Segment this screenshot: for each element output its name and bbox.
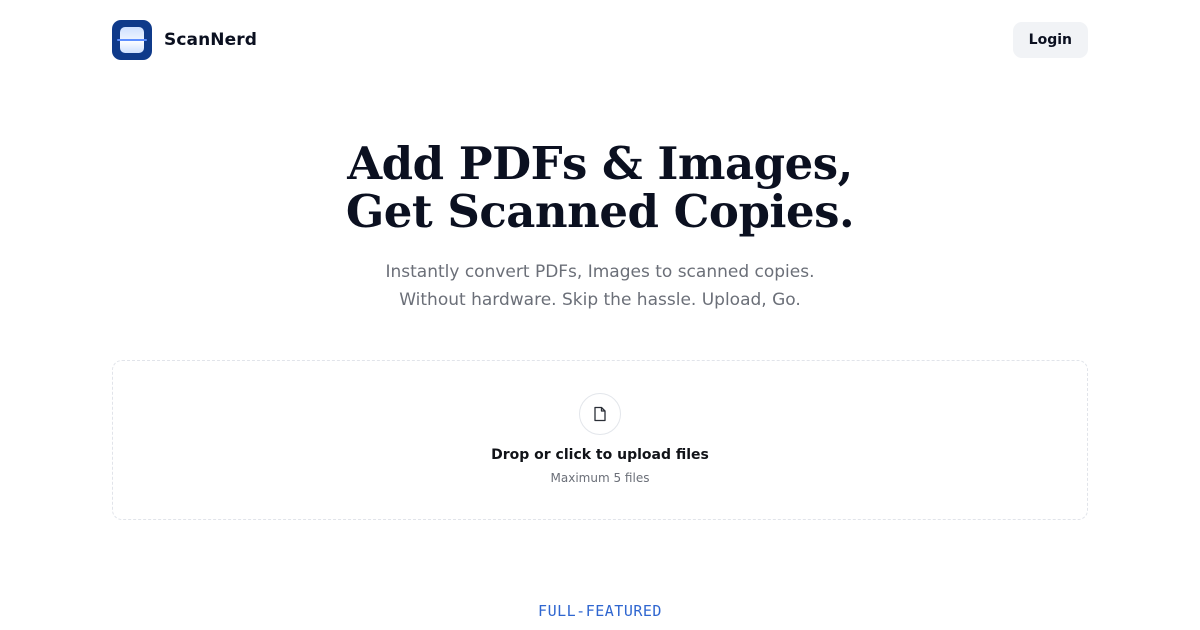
hero-subtitle-line-1: Instantly convert PDFs, Images to scanne… [385,262,815,282]
brand-name: ScanNerd [164,30,258,50]
brand-home-link[interactable]: ScanNerd [112,20,257,60]
hero-subtitle: Instantly convert PDFs, Images to scanne… [0,258,1200,314]
hero-subtitle-line-2: Without hardware. Skip the hassle. Uploa… [399,290,801,310]
hero-title-line-1: Add PDFs & Images, [347,137,853,190]
scanner-logo-icon [112,20,152,60]
dropzone-hint: Maximum 5 files [550,471,650,485]
login-button[interactable]: Login [1012,22,1088,58]
dropzone-title: Drop or click to upload files [491,447,709,463]
file-icon [579,393,621,435]
landing-page: ScanNerd Login Add PDFs & Images, Get Sc… [0,0,1200,630]
file-dropzone[interactable]: Drop or click to upload files Maximum 5 … [112,360,1088,520]
top-nav: ScanNerd Login [112,20,1088,60]
features-section-label: FULL-FEATURED [538,602,662,620]
hero-title-line-2: Get Scanned Copies. [345,185,855,238]
hero-title: Add PDFs & Images, Get Scanned Copies. [0,140,1200,236]
